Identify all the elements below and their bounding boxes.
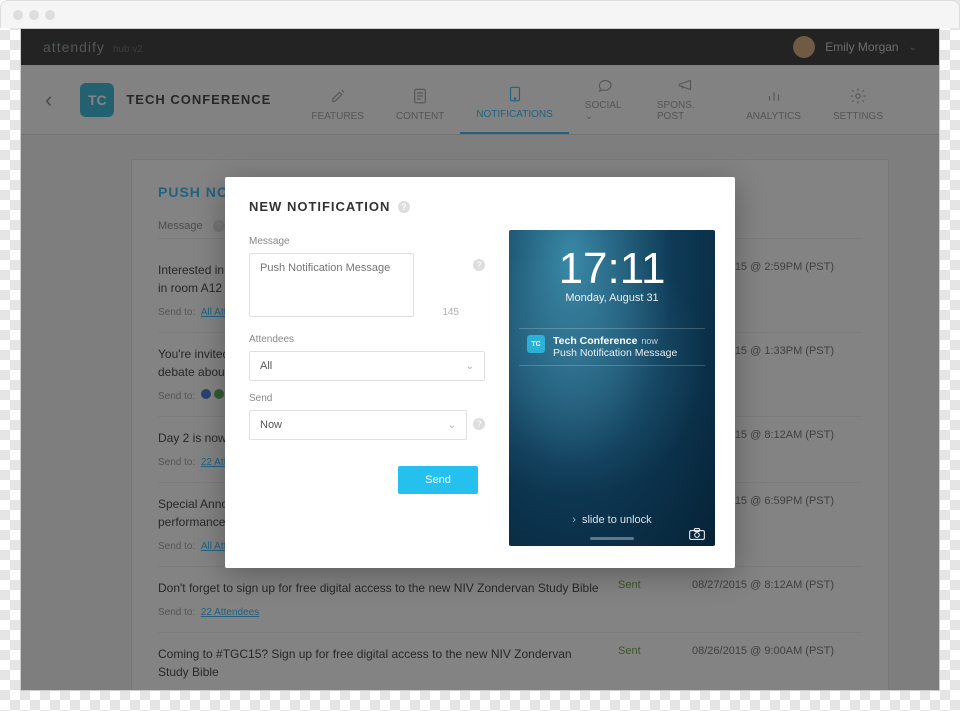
new-notification-modal: NEW NOTIFICATION ? Message 145 ? A xyxy=(225,177,735,568)
chevron-down-icon: ⌄ xyxy=(466,361,474,372)
modal-overlay[interactable]: NEW NOTIFICATION ? Message 145 ? A xyxy=(21,29,939,690)
attendees-value: All xyxy=(260,360,272,372)
home-indicator xyxy=(590,537,634,540)
message-label: Message xyxy=(249,236,485,247)
help-icon[interactable]: ? xyxy=(398,201,410,213)
send-when-label: Send xyxy=(249,393,485,404)
attendees-select[interactable]: All ⌄ xyxy=(249,351,485,381)
app-window: attendify hub v2 Emily Morgan ⌄ ‹ TC TEC… xyxy=(20,28,940,691)
slide-to-unlock: slide to unlock xyxy=(509,514,715,526)
send-when-value: Now xyxy=(260,419,282,431)
camera-icon xyxy=(689,528,705,540)
message-input[interactable] xyxy=(249,253,414,317)
macos-titlebar xyxy=(0,0,960,28)
modal-title-text: NEW NOTIFICATION xyxy=(249,199,390,214)
phone-app-name: Tech Conference xyxy=(553,335,637,347)
help-icon[interactable]: ? xyxy=(473,259,485,271)
attendees-label: Attendees xyxy=(249,334,485,345)
traffic-light-close[interactable] xyxy=(13,10,23,20)
phone-time: 17:11 xyxy=(509,244,715,294)
phone-date: Monday, August 31 xyxy=(509,292,715,304)
traffic-light-min[interactable] xyxy=(29,10,39,20)
phone-notif-msg: Push Notification Message xyxy=(553,347,677,359)
modal-title: NEW NOTIFICATION ? xyxy=(249,199,715,214)
send-button[interactable]: Send xyxy=(398,466,478,494)
phone-preview: 17:11 Monday, August 31 TC Tech Conferen… xyxy=(509,230,715,546)
char-count: 145 xyxy=(442,307,459,318)
traffic-light-max[interactable] xyxy=(45,10,55,20)
help-icon[interactable]: ? xyxy=(473,418,485,430)
chevron-down-icon: ⌄ xyxy=(448,420,456,431)
phone-notif-when: now xyxy=(641,336,658,346)
modal-form: Message 145 ? Attendees All xyxy=(249,230,485,546)
phone-app-icon: TC xyxy=(527,335,545,353)
phone-notification: TC Tech Conference now Push Notification … xyxy=(519,328,705,366)
send-when-select[interactable]: Now ⌄ xyxy=(249,410,467,440)
